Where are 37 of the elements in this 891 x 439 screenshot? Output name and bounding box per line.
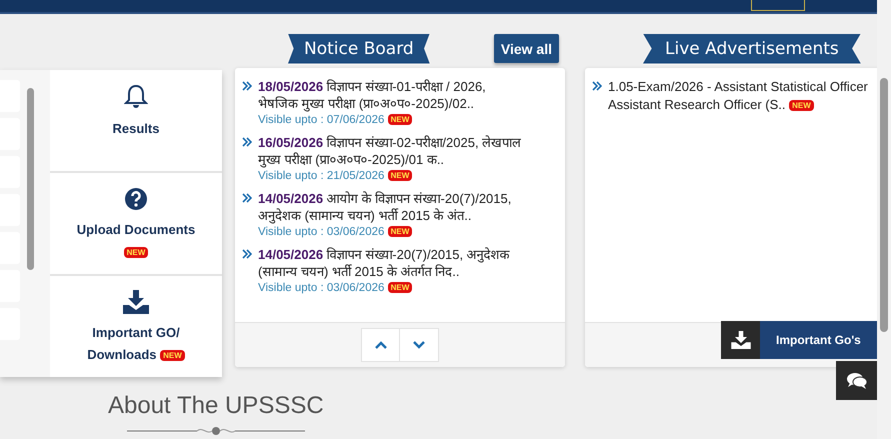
caret-down-icon	[413, 341, 425, 349]
section-heading: About The UPSSSC	[108, 392, 324, 420]
visible-upto: Visible upto : 03/06/2026	[258, 282, 384, 294]
new-badge: NEW	[388, 226, 412, 238]
tile-label[interactable]: Upload Documents NEW	[71, 219, 201, 263]
notice-link[interactable]: 14/05/2026 आयोग के विज्ञापन संख्या-20(7)/2015, अनुदेशक (सामान्य चयन) भर्ती 2015 के अंत..	[258, 190, 526, 224]
tile-label[interactable]: Results	[71, 118, 201, 140]
section-ribbon: Notice Board	[288, 34, 430, 64]
new-badge: NEW	[124, 247, 148, 258]
chat-button[interactable]	[836, 361, 877, 400]
notice-link[interactable]: 18/05/2026 विज्ञापन संख्या-01-परीक्षा / 2026, भेषजिक मुख्य परीक्षा (प्रा०अ०प०-2025)/02..	[258, 78, 526, 112]
new-badge: NEW	[388, 282, 412, 294]
new-badge: NEW	[388, 170, 412, 182]
chevrons-icon	[592, 81, 602, 91]
visible-upto: Visible upto : 21/05/2026	[258, 170, 384, 182]
new-badge: NEW	[160, 350, 185, 362]
chevrons-icon	[242, 137, 252, 147]
visible-upto: Visible upto : 07/06/2026	[258, 114, 384, 126]
chevrons-icon	[242, 193, 252, 203]
download-icon	[123, 290, 149, 314]
chat-icon	[846, 372, 866, 390]
new-badge: NEW	[789, 100, 814, 112]
notice-link[interactable]: 14/05/2026 विज्ञापन संख्या-20(7)/2015, अनुदेशक (सामान्य चयन) भर्ती 2015 के अंतर्गत निद..	[258, 246, 526, 280]
visible-upto: Visible upto : 03/06/2026	[258, 226, 384, 238]
notice-link[interactable]: 16/05/2026 विज्ञापन संख्या-02-परीक्षा/2025, लेखपाल मुख्य परीक्षा (प्रा०अ०प०-2025)/01 क..	[258, 134, 526, 168]
view-all-button[interactable]: View all	[494, 34, 559, 63]
chevrons-icon	[242, 249, 252, 259]
tile-label[interactable]: Important GO/ Downloads NEW	[71, 322, 201, 366]
bell-icon	[124, 84, 148, 110]
caret-up-icon	[374, 341, 386, 349]
chevrons-icon	[242, 81, 252, 91]
section-ribbon: Live Advertisements	[643, 34, 861, 64]
important-gos-button[interactable]: Important Go's	[721, 321, 877, 359]
new-badge: NEW	[388, 114, 412, 126]
download-icon	[730, 331, 750, 349]
question-icon	[124, 187, 148, 211]
advertisement-link[interactable]: 1.05-Exam/2026 - Assistant Statistical Officer Assistant Research Officer (S.. NEW	[608, 78, 868, 114]
